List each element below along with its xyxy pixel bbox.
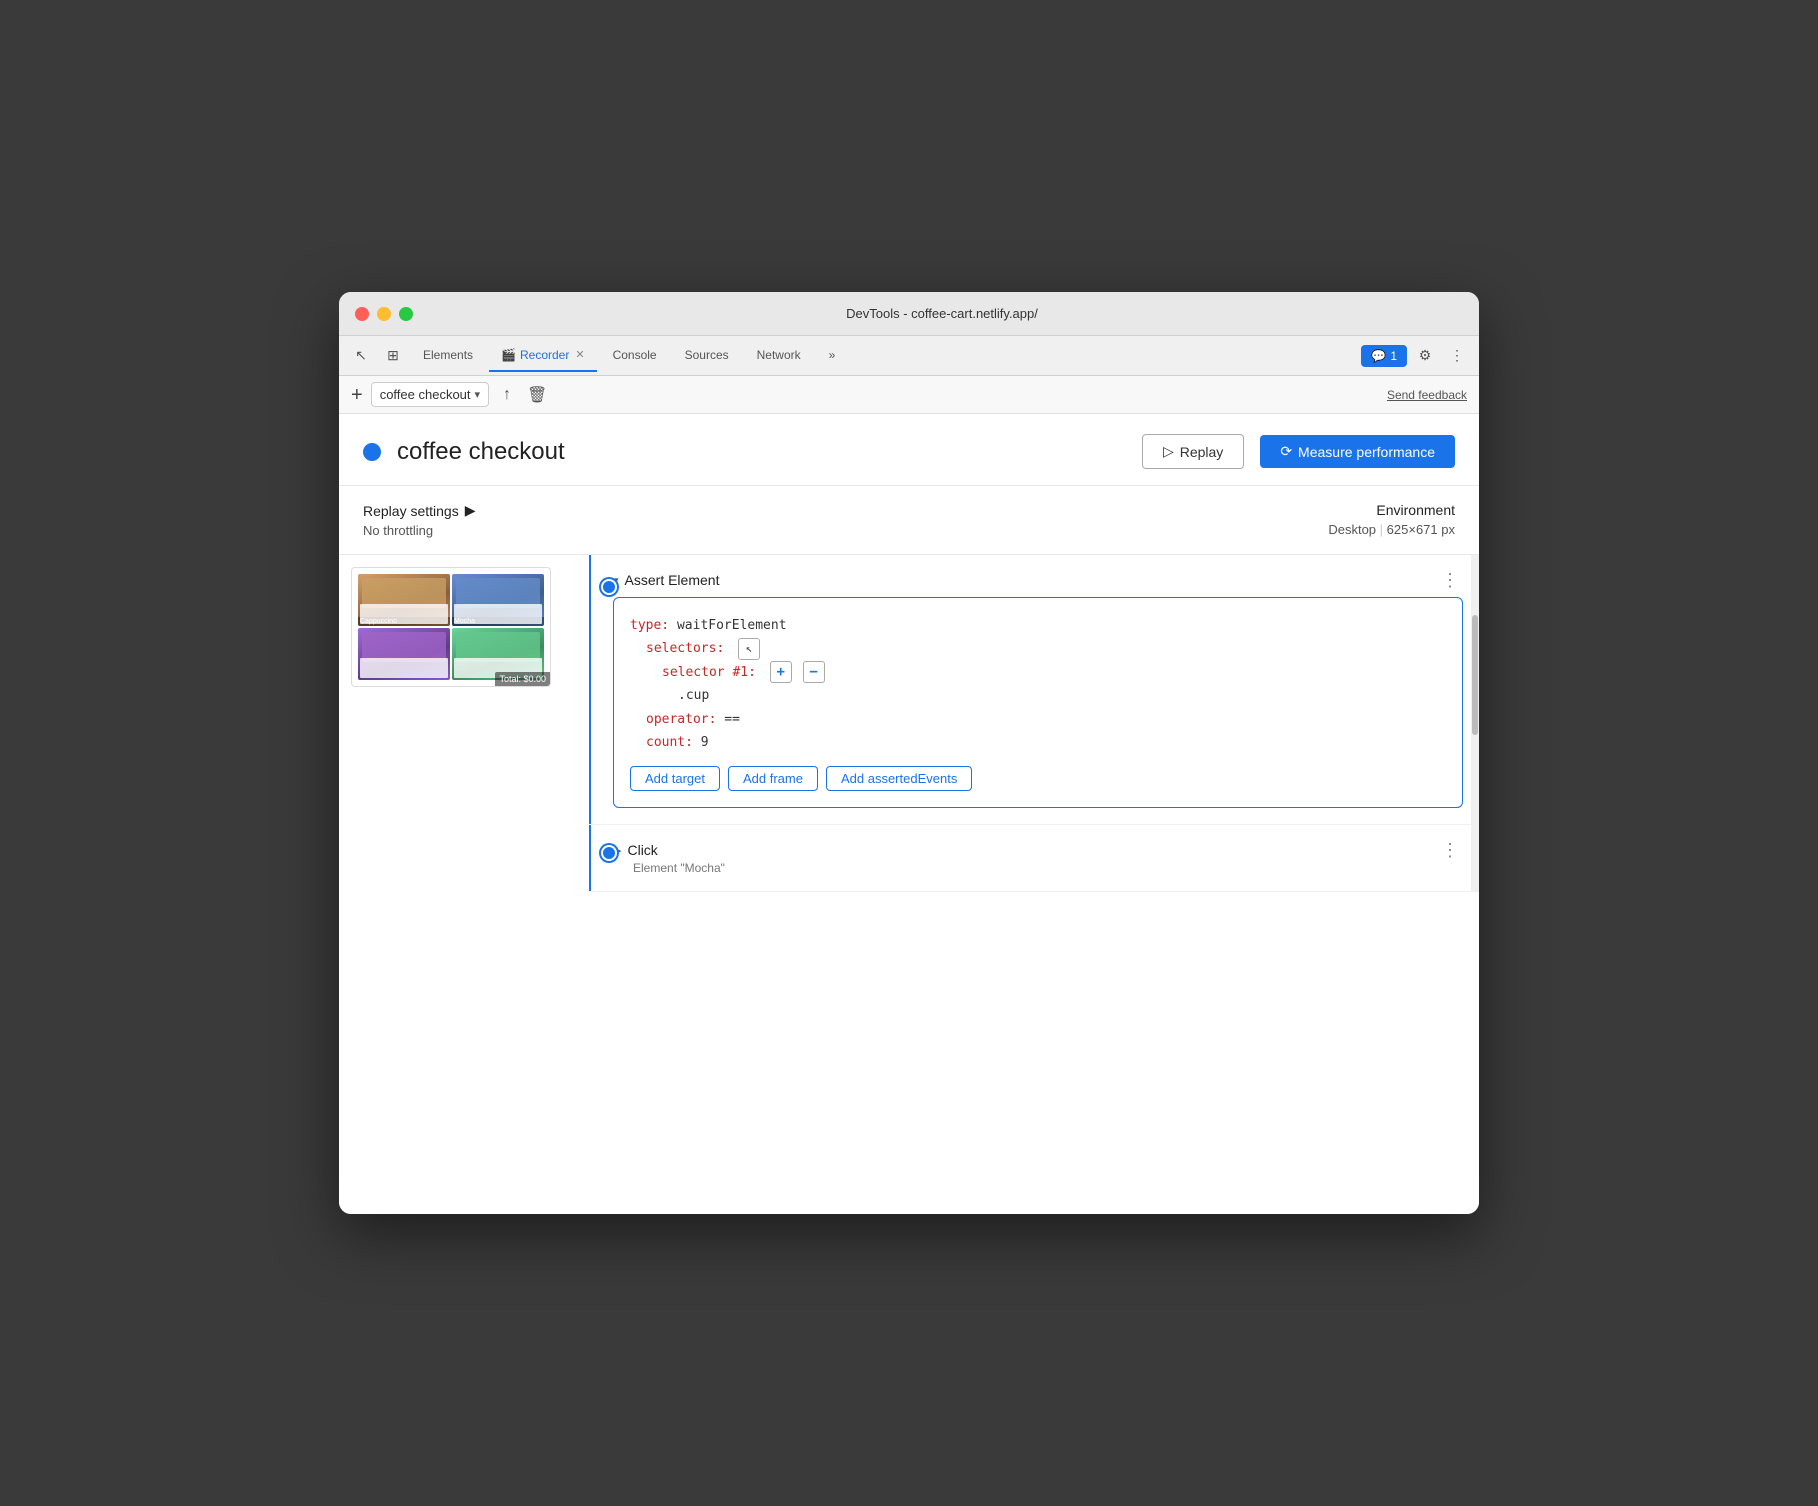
main-content: coffee checkout ▷ Replay ⟳ Measure perfo…	[339, 414, 1479, 1214]
play-icon: ▷	[1163, 443, 1174, 460]
tab-elements[interactable]: Elements	[411, 340, 485, 372]
settings-right: Environment Desktop | 625×671 px	[1328, 502, 1455, 537]
recorder-icon: 🎬	[501, 348, 516, 362]
toolbar-right: 💬 1 ⚙ ⋮	[1361, 342, 1471, 370]
environment-value: Desktop | 625×671 px	[1328, 522, 1455, 537]
tab-recorder[interactable]: 🎬 Recorder ✕	[489, 340, 597, 372]
titlebar: DevTools - coffee-cart.netlify.app/	[339, 292, 1479, 336]
chevron-right-icon: ▶	[465, 502, 476, 519]
settings-left: Replay settings ▶ No throttling	[363, 502, 1328, 538]
code-selector1-val: .cup	[678, 688, 709, 703]
add-recording-button[interactable]: +	[351, 385, 363, 405]
close-button[interactable]	[355, 307, 369, 321]
sub-toolbar: + coffee checkout ▾ ↑ 🗑 Send feedback	[339, 376, 1479, 414]
code-type-val: waitForElement	[677, 618, 787, 633]
replay-button[interactable]: ▷ Replay	[1142, 434, 1244, 469]
step-click: ▶ Click ⋮ Element "Mocha"	[589, 825, 1479, 892]
scrollbar-thumb[interactable]	[1472, 615, 1478, 735]
recording-thumbnail: Cappuccino Mocha Total: $0.00	[351, 567, 551, 687]
settings-bar: Replay settings ▶ No throttling Environm…	[339, 486, 1479, 555]
selector-add-btn[interactable]: +	[770, 661, 792, 683]
maximize-button[interactable]	[399, 307, 413, 321]
panel-icon[interactable]: ⊞	[379, 342, 407, 370]
send-feedback-link[interactable]: Send feedback	[1387, 388, 1467, 402]
add-target-button[interactable]: Add target	[630, 766, 720, 791]
code-type-key: type:	[630, 618, 669, 633]
code-operator-key: operator:	[646, 712, 716, 727]
step-header-assert[interactable]: ▾ Assert Element ⋮	[613, 571, 1463, 589]
code-selectors-key: selectors:	[646, 641, 724, 656]
step-assert-element: ▾ Assert Element ⋮ type: waitForElement …	[589, 555, 1479, 825]
add-frame-button[interactable]: Add frame	[728, 766, 818, 791]
step-content-assert: type: waitForElement selectors: ↖ select…	[613, 597, 1463, 808]
environment-title: Environment	[1328, 502, 1455, 518]
code-selector1-key: selector #1:	[662, 665, 756, 680]
thumbnail-panel: Cappuccino Mocha Total: $0.00	[339, 555, 569, 892]
more-icon[interactable]: ⋮	[1443, 342, 1471, 370]
cursor-icon[interactable]: ↖	[347, 342, 375, 370]
code-count-key: count:	[646, 735, 693, 750]
measure-performance-button[interactable]: ⟳ Measure performance	[1260, 435, 1455, 468]
steps-area: Cappuccino Mocha Total: $0.00	[339, 555, 1479, 892]
tab-console[interactable]: Console	[601, 340, 669, 372]
replay-settings-toggle[interactable]: Replay settings ▶	[363, 502, 1328, 519]
code-count-val: 9	[701, 735, 709, 750]
throttling-label: No throttling	[363, 523, 1328, 538]
window-title: DevTools - coffee-cart.netlify.app/	[421, 306, 1463, 321]
measure-icon: ⟳	[1280, 443, 1292, 460]
chat-icon: 💬	[1371, 349, 1386, 363]
step-actions-assert: Add target Add frame Add assertedEvents	[630, 766, 1446, 791]
recording-status-dot	[363, 443, 381, 461]
step-title-assert: Assert Element	[625, 572, 1431, 588]
step-menu-button-assert[interactable]: ⋮	[1437, 571, 1463, 589]
step-menu-button-click[interactable]: ⋮	[1437, 841, 1463, 859]
devtools-window: DevTools - coffee-cart.netlify.app/ ↖ ⊞ …	[339, 292, 1479, 1214]
tab-sources[interactable]: Sources	[673, 340, 741, 372]
step-title-click: Click	[627, 842, 1431, 858]
tab-bar: ↖ ⊞ Elements 🎬 Recorder ✕ Console Source…	[339, 336, 1479, 376]
step-dot-assert	[601, 579, 617, 595]
delete-button[interactable]: 🗑	[521, 383, 553, 407]
add-asserted-events-button[interactable]: Add assertedEvents	[826, 766, 972, 791]
selector-cursor-btn[interactable]: ↖	[738, 638, 760, 660]
selector-remove-btn[interactable]: −	[803, 661, 825, 683]
scrollbar-track[interactable]	[1471, 555, 1479, 892]
chevron-down-icon: ▾	[475, 388, 481, 401]
steps-timeline: ▾ Assert Element ⋮ type: waitForElement …	[569, 555, 1479, 892]
settings-icon[interactable]: ⚙	[1411, 342, 1439, 370]
step-subtitle-click: Element "Mocha"	[613, 861, 1463, 875]
export-button[interactable]: ↑	[497, 383, 517, 407]
recording-header: coffee checkout ▷ Replay ⟳ Measure perfo…	[339, 414, 1479, 486]
step-header-click[interactable]: ▶ Click ⋮	[613, 841, 1463, 859]
tab-more[interactable]: »	[817, 340, 848, 372]
minimize-button[interactable]	[377, 307, 391, 321]
recording-title: coffee checkout	[397, 438, 1126, 466]
recording-actions: ↑ 🗑	[497, 383, 553, 407]
recording-selector[interactable]: coffee checkout ▾	[371, 382, 489, 407]
tab-network[interactable]: Network	[745, 340, 813, 372]
chat-button[interactable]: 💬 1	[1361, 345, 1407, 367]
code-operator-val: ==	[724, 712, 740, 727]
recorder-close-icon[interactable]: ✕	[575, 348, 584, 361]
